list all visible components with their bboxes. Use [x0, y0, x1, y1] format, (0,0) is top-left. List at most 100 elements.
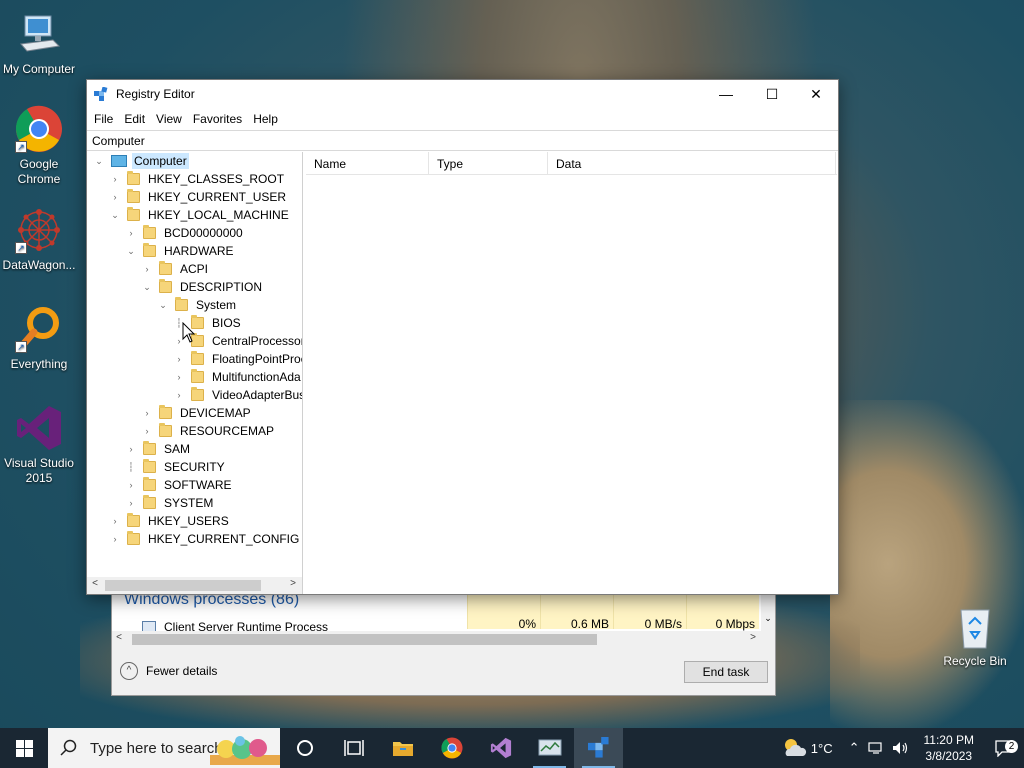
start-button[interactable] — [0, 728, 48, 768]
chevron-right-icon[interactable]: › — [141, 408, 153, 418]
vertical-scrollbar[interactable]: ⌄ — [761, 591, 775, 648]
tree-node-software[interactable]: › SOFTWARE — [125, 476, 234, 494]
scroll-down-icon[interactable]: ⌄ — [761, 613, 775, 624]
chevron-right-icon[interactable]: › — [109, 192, 121, 202]
menu-file[interactable]: File — [89, 109, 119, 129]
tree-node-multifunctionadapter[interactable]: › MultifunctionAda — [173, 368, 302, 386]
scroll-right-icon[interactable]: > — [286, 578, 300, 589]
chevron-right-icon[interactable]: › — [125, 498, 137, 508]
notification-center-button[interactable]: 2 — [984, 739, 1024, 757]
task-view-button[interactable] — [329, 728, 378, 768]
address-bar[interactable]: Computer — [87, 130, 838, 151]
task-manager-icon — [538, 739, 561, 756]
menu-view[interactable]: View — [151, 109, 188, 129]
chevron-right-icon[interactable]: › — [109, 534, 121, 544]
folder-icon — [159, 279, 172, 293]
scroll-right-icon[interactable]: > — [746, 632, 760, 643]
tree-node-hkey-current-user[interactable]: › HKEY_CURRENT_USER — [109, 188, 288, 206]
values-list-pane[interactable]: Name Type Data — [306, 152, 837, 594]
taskbar-chrome[interactable] — [427, 728, 476, 768]
chevron-down-icon[interactable]: ⌄ — [141, 282, 153, 293]
tree-node-description[interactable]: ⌄ DESCRIPTION — [141, 278, 264, 296]
desktop-icon-datawagon[interactable]: ↗ DataWagon... — [0, 206, 78, 273]
chevron-right-icon[interactable]: › — [109, 516, 121, 526]
end-task-button[interactable]: End task — [684, 661, 768, 683]
tree-node-hkey-classes-root[interactable]: › HKEY_CLASSES_ROOT — [109, 170, 286, 188]
menu-help[interactable]: Help — [248, 109, 284, 129]
tree-node-floatingpointprocessor[interactable]: › FloatingPointProc — [173, 350, 303, 368]
chevron-right-icon[interactable]: › — [109, 174, 121, 184]
tree-node-computer[interactable]: ⌄ Computer — [93, 152, 189, 170]
chevron-up-icon: ⌃ — [848, 740, 860, 755]
chevron-down-icon[interactable]: ⌄ — [109, 210, 121, 221]
minimize-button[interactable]: — — [703, 80, 749, 109]
menu-edit[interactable]: Edit — [119, 109, 151, 129]
tree-horizontal-scrollbar[interactable]: < > — [87, 577, 302, 594]
network-icon[interactable] — [864, 741, 888, 755]
tree-node-label: SOFTWARE — [164, 478, 232, 492]
taskbar-task-manager[interactable] — [525, 728, 574, 768]
tree-node-acpi[interactable]: › ACPI — [141, 260, 210, 278]
chevron-right-icon[interactable]: › — [125, 480, 137, 490]
folder-icon — [159, 261, 172, 275]
tree-node-bcd00000000[interactable]: › BCD00000000 — [125, 224, 245, 242]
column-header-name[interactable]: Name — [306, 152, 429, 175]
tree-node-videoadapterbus[interactable]: › VideoAdapterBus — [173, 386, 302, 404]
title-bar[interactable]: Registry Editor — ☐ ✕ — [87, 80, 838, 109]
horizontal-scrollbar[interactable]: < > — [112, 631, 762, 648]
tree-node-label: DESCRIPTION — [180, 280, 263, 294]
chevron-down-icon[interactable]: ⌄ — [125, 246, 137, 257]
tree-node-hardware[interactable]: ⌄ HARDWARE — [125, 242, 236, 260]
tree-node-system[interactable]: › SYSTEM — [125, 494, 215, 512]
show-hidden-icons-button[interactable]: ⌃ — [845, 740, 864, 756]
tree-node-label: HKEY_CURRENT_USER — [148, 190, 287, 204]
chevron-down-icon[interactable]: ⌄ — [157, 300, 169, 311]
tree-node-label: SAM — [164, 442, 191, 456]
tree-node-label: SYSTEM — [164, 496, 214, 510]
tree-node-sam[interactable]: › SAM — [125, 440, 192, 458]
chevron-right-icon[interactable]: › — [141, 264, 153, 274]
scroll-thumb[interactable] — [105, 580, 261, 591]
desktop-icon-google-chrome[interactable]: ↗ Google Chrome — [0, 105, 78, 187]
tree-node-hkey-current-config[interactable]: › HKEY_CURRENT_CONFIG — [109, 530, 301, 548]
folder-icon — [127, 189, 140, 203]
desktop-icon-everything[interactable]: ↗ Everything — [0, 305, 78, 372]
tree-node-label: HKEY_USERS — [148, 514, 229, 528]
maximize-button[interactable]: ☐ — [749, 80, 795, 109]
clock[interactable]: 11:20 PM 3/8/2023 — [914, 732, 984, 764]
fewer-details-button[interactable]: ^ Fewer details — [120, 662, 217, 680]
tree-node-security[interactable]: ┆ SECURITY — [125, 458, 227, 476]
tree-node-hkey-users[interactable]: › HKEY_USERS — [109, 512, 231, 530]
chevron-down-icon[interactable]: ⌄ — [93, 156, 105, 167]
folder-icon — [143, 225, 156, 239]
column-header-type[interactable]: Type — [429, 152, 548, 175]
tree-node-label: FloatingPointProc — [212, 352, 303, 366]
chevron-right-icon[interactable]: › — [125, 228, 137, 238]
clock-date: 3/8/2023 — [925, 749, 973, 763]
column-header-data[interactable]: Data — [548, 152, 836, 175]
chevron-right-icon[interactable]: › — [173, 390, 185, 400]
scroll-thumb[interactable] — [132, 634, 597, 645]
tree-node-hkey-local-machine[interactable]: ⌄ HKEY_LOCAL_MACHINE — [109, 206, 291, 224]
desktop-icon-visual-studio[interactable]: Visual Studio 2015 — [0, 404, 78, 486]
taskbar-registry-editor[interactable] — [574, 728, 623, 768]
taskbar-file-explorer[interactable] — [378, 728, 427, 768]
search-box[interactable]: Type here to search — [48, 728, 280, 768]
tree-node-system-description[interactable]: ⌄ System — [157, 296, 238, 314]
menu-favorites[interactable]: Favorites — [188, 109, 248, 129]
tree-node-resourcemap[interactable]: › RESOURCEMAP — [141, 422, 276, 440]
chevron-right-icon[interactable]: › — [141, 426, 153, 436]
taskbar-visual-studio[interactable] — [476, 728, 525, 768]
tree-node-devicemap[interactable]: › DEVICEMAP — [141, 404, 253, 422]
volume-icon[interactable] — [888, 741, 914, 755]
chevron-right-icon[interactable]: › — [125, 444, 137, 454]
desktop-icon-my-computer[interactable]: My Computer — [0, 10, 78, 77]
chevron-right-icon[interactable]: › — [173, 354, 185, 364]
cortana-button[interactable] — [280, 728, 329, 768]
scroll-left-icon[interactable]: < — [112, 632, 126, 643]
chevron-right-icon[interactable]: › — [173, 372, 185, 382]
scroll-left-icon[interactable]: < — [88, 578, 102, 589]
weather-widget[interactable]: 1°C — [777, 738, 837, 758]
close-button[interactable]: ✕ — [793, 80, 839, 109]
desktop-icon-recycle-bin[interactable]: Recycle Bin — [936, 602, 1014, 669]
